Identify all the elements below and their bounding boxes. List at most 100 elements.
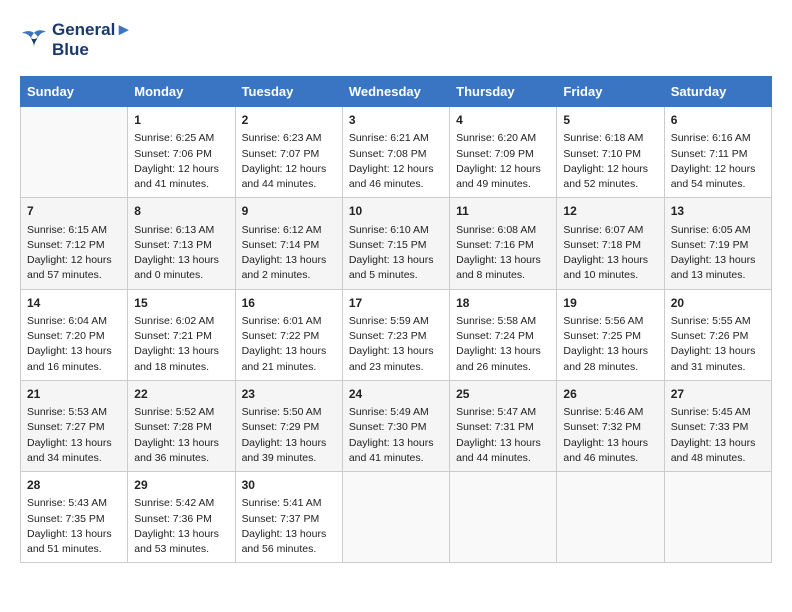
day-info: Sunrise: 5:43 AM Sunset: 7:35 PM Dayligh… xyxy=(27,496,121,557)
day-number: 20 xyxy=(671,295,765,312)
calendar-header-thursday: Thursday xyxy=(450,77,557,107)
day-number: 12 xyxy=(563,203,657,220)
day-number: 2 xyxy=(242,112,336,129)
calendar-cell: 17 Sunrise: 5:59 AM Sunset: 7:23 PM Dayli… xyxy=(342,289,449,380)
day-info: Sunrise: 5:53 AM Sunset: 7:27 PM Dayligh… xyxy=(27,405,121,466)
day-info: Sunrise: 6:07 AM Sunset: 7:18 PM Dayligh… xyxy=(563,223,657,284)
calendar-cell: 1Sunrise: 6:25 AM Sunset: 7:06 PM Daylig… xyxy=(128,107,235,198)
day-number: 17 xyxy=(349,295,443,312)
day-info: Sunrise: 6:15 AM Sunset: 7:12 PM Dayligh… xyxy=(27,223,121,284)
day-info: Sunrise: 5:59 AM Sunset: 7:23 PM Dayligh… xyxy=(349,314,443,375)
calendar-cell: 21 Sunrise: 5:53 AM Sunset: 7:27 PM Dayli… xyxy=(21,380,128,471)
day-info: Sunrise: 6:18 AM Sunset: 7:10 PM Dayligh… xyxy=(563,131,657,192)
calendar-week-row: 7 Sunrise: 6:15 AM Sunset: 7:12 PM Daylig… xyxy=(21,198,772,289)
day-info: Sunrise: 6:05 AM Sunset: 7:19 PM Dayligh… xyxy=(671,223,765,284)
day-number: 16 xyxy=(242,295,336,312)
day-number: 18 xyxy=(456,295,550,312)
calendar-header-row: SundayMondayTuesdayWednesdayThursdayFrid… xyxy=(21,77,772,107)
calendar-cell xyxy=(21,107,128,198)
day-number: 9 xyxy=(242,203,336,220)
calendar-cell: 8Sunrise: 6:13 AM Sunset: 7:13 PM Daylig… xyxy=(128,198,235,289)
calendar-cell: 23Sunrise: 5:50 AM Sunset: 7:29 PM Dayli… xyxy=(235,380,342,471)
logo: General► Blue xyxy=(20,20,132,60)
day-number: 27 xyxy=(671,386,765,403)
calendar-cell: 19 Sunrise: 5:56 AM Sunset: 7:25 PM Dayli… xyxy=(557,289,664,380)
day-info: Sunrise: 5:46 AM Sunset: 7:32 PM Dayligh… xyxy=(563,405,657,466)
day-info: Sunrise: 6:02 AM Sunset: 7:21 PM Dayligh… xyxy=(134,314,228,375)
day-info: Sunrise: 5:55 AM Sunset: 7:26 PM Dayligh… xyxy=(671,314,765,375)
calendar-cell: 22 Sunrise: 5:52 AM Sunset: 7:28 PM Dayli… xyxy=(128,380,235,471)
calendar-week-row: 1Sunrise: 6:25 AM Sunset: 7:06 PM Daylig… xyxy=(21,107,772,198)
calendar-cell: 7 Sunrise: 6:15 AM Sunset: 7:12 PM Daylig… xyxy=(21,198,128,289)
calendar-week-row: 14 Sunrise: 6:04 AM Sunset: 7:20 PM Dayli… xyxy=(21,289,772,380)
calendar-cell xyxy=(450,472,557,563)
day-number: 22 xyxy=(134,386,228,403)
calendar-cell: 6Sunrise: 6:16 AM Sunset: 7:11 PM Daylig… xyxy=(664,107,771,198)
day-info: Sunrise: 6:01 AM Sunset: 7:22 PM Dayligh… xyxy=(242,314,336,375)
day-number: 26 xyxy=(563,386,657,403)
calendar-cell: 4 Sunrise: 6:20 AM Sunset: 7:09 PM Daylig… xyxy=(450,107,557,198)
day-number: 6 xyxy=(671,112,765,129)
calendar-table: SundayMondayTuesdayWednesdayThursdayFrid… xyxy=(20,76,772,563)
calendar-cell: 24 Sunrise: 5:49 AM Sunset: 7:30 PM Dayli… xyxy=(342,380,449,471)
day-info: Sunrise: 5:42 AM Sunset: 7:36 PM Dayligh… xyxy=(134,496,228,557)
day-info: Sunrise: 6:04 AM Sunset: 7:20 PM Dayligh… xyxy=(27,314,121,375)
calendar-header-friday: Friday xyxy=(557,77,664,107)
page-header: General► Blue xyxy=(20,20,772,60)
day-info: Sunrise: 5:49 AM Sunset: 7:30 PM Dayligh… xyxy=(349,405,443,466)
day-number: 25 xyxy=(456,386,550,403)
calendar-cell xyxy=(557,472,664,563)
day-number: 4 xyxy=(456,112,550,129)
day-info: Sunrise: 6:20 AM Sunset: 7:09 PM Dayligh… xyxy=(456,131,550,192)
day-number: 7 xyxy=(27,203,121,220)
day-number: 14 xyxy=(27,295,121,312)
day-number: 21 xyxy=(27,386,121,403)
day-number: 3 xyxy=(349,112,443,129)
calendar-cell: 29 Sunrise: 5:42 AM Sunset: 7:36 PM Dayli… xyxy=(128,472,235,563)
calendar-header-sunday: Sunday xyxy=(21,77,128,107)
calendar-cell: 25Sunrise: 5:47 AM Sunset: 7:31 PM Dayli… xyxy=(450,380,557,471)
calendar-cell: 3 Sunrise: 6:21 AM Sunset: 7:08 PM Daylig… xyxy=(342,107,449,198)
day-info: Sunrise: 6:21 AM Sunset: 7:08 PM Dayligh… xyxy=(349,131,443,192)
calendar-cell: 16 Sunrise: 6:01 AM Sunset: 7:22 PM Dayli… xyxy=(235,289,342,380)
calendar-header-monday: Monday xyxy=(128,77,235,107)
day-number: 24 xyxy=(349,386,443,403)
calendar-cell: 26 Sunrise: 5:46 AM Sunset: 7:32 PM Dayli… xyxy=(557,380,664,471)
calendar-cell: 30 Sunrise: 5:41 AM Sunset: 7:37 PM Dayli… xyxy=(235,472,342,563)
day-info: Sunrise: 5:56 AM Sunset: 7:25 PM Dayligh… xyxy=(563,314,657,375)
calendar-cell: 10 Sunrise: 6:10 AM Sunset: 7:15 PM Dayli… xyxy=(342,198,449,289)
calendar-cell: 27 Sunrise: 5:45 AM Sunset: 7:33 PM Dayli… xyxy=(664,380,771,471)
day-number: 15 xyxy=(134,295,228,312)
logo-icon xyxy=(20,29,48,51)
day-number: 19 xyxy=(563,295,657,312)
calendar-cell: 13 Sunrise: 6:05 AM Sunset: 7:19 PM Dayli… xyxy=(664,198,771,289)
day-info: Sunrise: 6:12 AM Sunset: 7:14 PM Dayligh… xyxy=(242,223,336,284)
day-number: 28 xyxy=(27,477,121,494)
day-number: 13 xyxy=(671,203,765,220)
calendar-cell: 18 Sunrise: 5:58 AM Sunset: 7:24 PM Dayli… xyxy=(450,289,557,380)
day-info: Sunrise: 6:10 AM Sunset: 7:15 PM Dayligh… xyxy=(349,223,443,284)
day-number: 10 xyxy=(349,203,443,220)
calendar-cell: 9 Sunrise: 6:12 AM Sunset: 7:14 PM Daylig… xyxy=(235,198,342,289)
day-info: Sunrise: 5:58 AM Sunset: 7:24 PM Dayligh… xyxy=(456,314,550,375)
calendar-cell: 11Sunrise: 6:08 AM Sunset: 7:16 PM Dayli… xyxy=(450,198,557,289)
day-info: Sunrise: 6:25 AM Sunset: 7:06 PM Dayligh… xyxy=(134,131,228,192)
day-info: Sunrise: 5:41 AM Sunset: 7:37 PM Dayligh… xyxy=(242,496,336,557)
calendar-cell: 20 Sunrise: 5:55 AM Sunset: 7:26 PM Dayli… xyxy=(664,289,771,380)
calendar-cell: 28 Sunrise: 5:43 AM Sunset: 7:35 PM Dayli… xyxy=(21,472,128,563)
day-info: Sunrise: 5:45 AM Sunset: 7:33 PM Dayligh… xyxy=(671,405,765,466)
day-info: Sunrise: 6:08 AM Sunset: 7:16 PM Dayligh… xyxy=(456,223,550,284)
calendar-header-saturday: Saturday xyxy=(664,77,771,107)
day-number: 8 xyxy=(134,203,228,220)
calendar-cell: 2 Sunrise: 6:23 AM Sunset: 7:07 PM Daylig… xyxy=(235,107,342,198)
day-info: Sunrise: 6:23 AM Sunset: 7:07 PM Dayligh… xyxy=(242,131,336,192)
day-number: 5 xyxy=(563,112,657,129)
calendar-cell: 12 Sunrise: 6:07 AM Sunset: 7:18 PM Dayli… xyxy=(557,198,664,289)
day-number: 23 xyxy=(242,386,336,403)
calendar-cell xyxy=(664,472,771,563)
day-number: 29 xyxy=(134,477,228,494)
day-info: Sunrise: 5:52 AM Sunset: 7:28 PM Dayligh… xyxy=(134,405,228,466)
calendar-header-wednesday: Wednesday xyxy=(342,77,449,107)
calendar-cell: 5 Sunrise: 6:18 AM Sunset: 7:10 PM Daylig… xyxy=(557,107,664,198)
day-number: 30 xyxy=(242,477,336,494)
